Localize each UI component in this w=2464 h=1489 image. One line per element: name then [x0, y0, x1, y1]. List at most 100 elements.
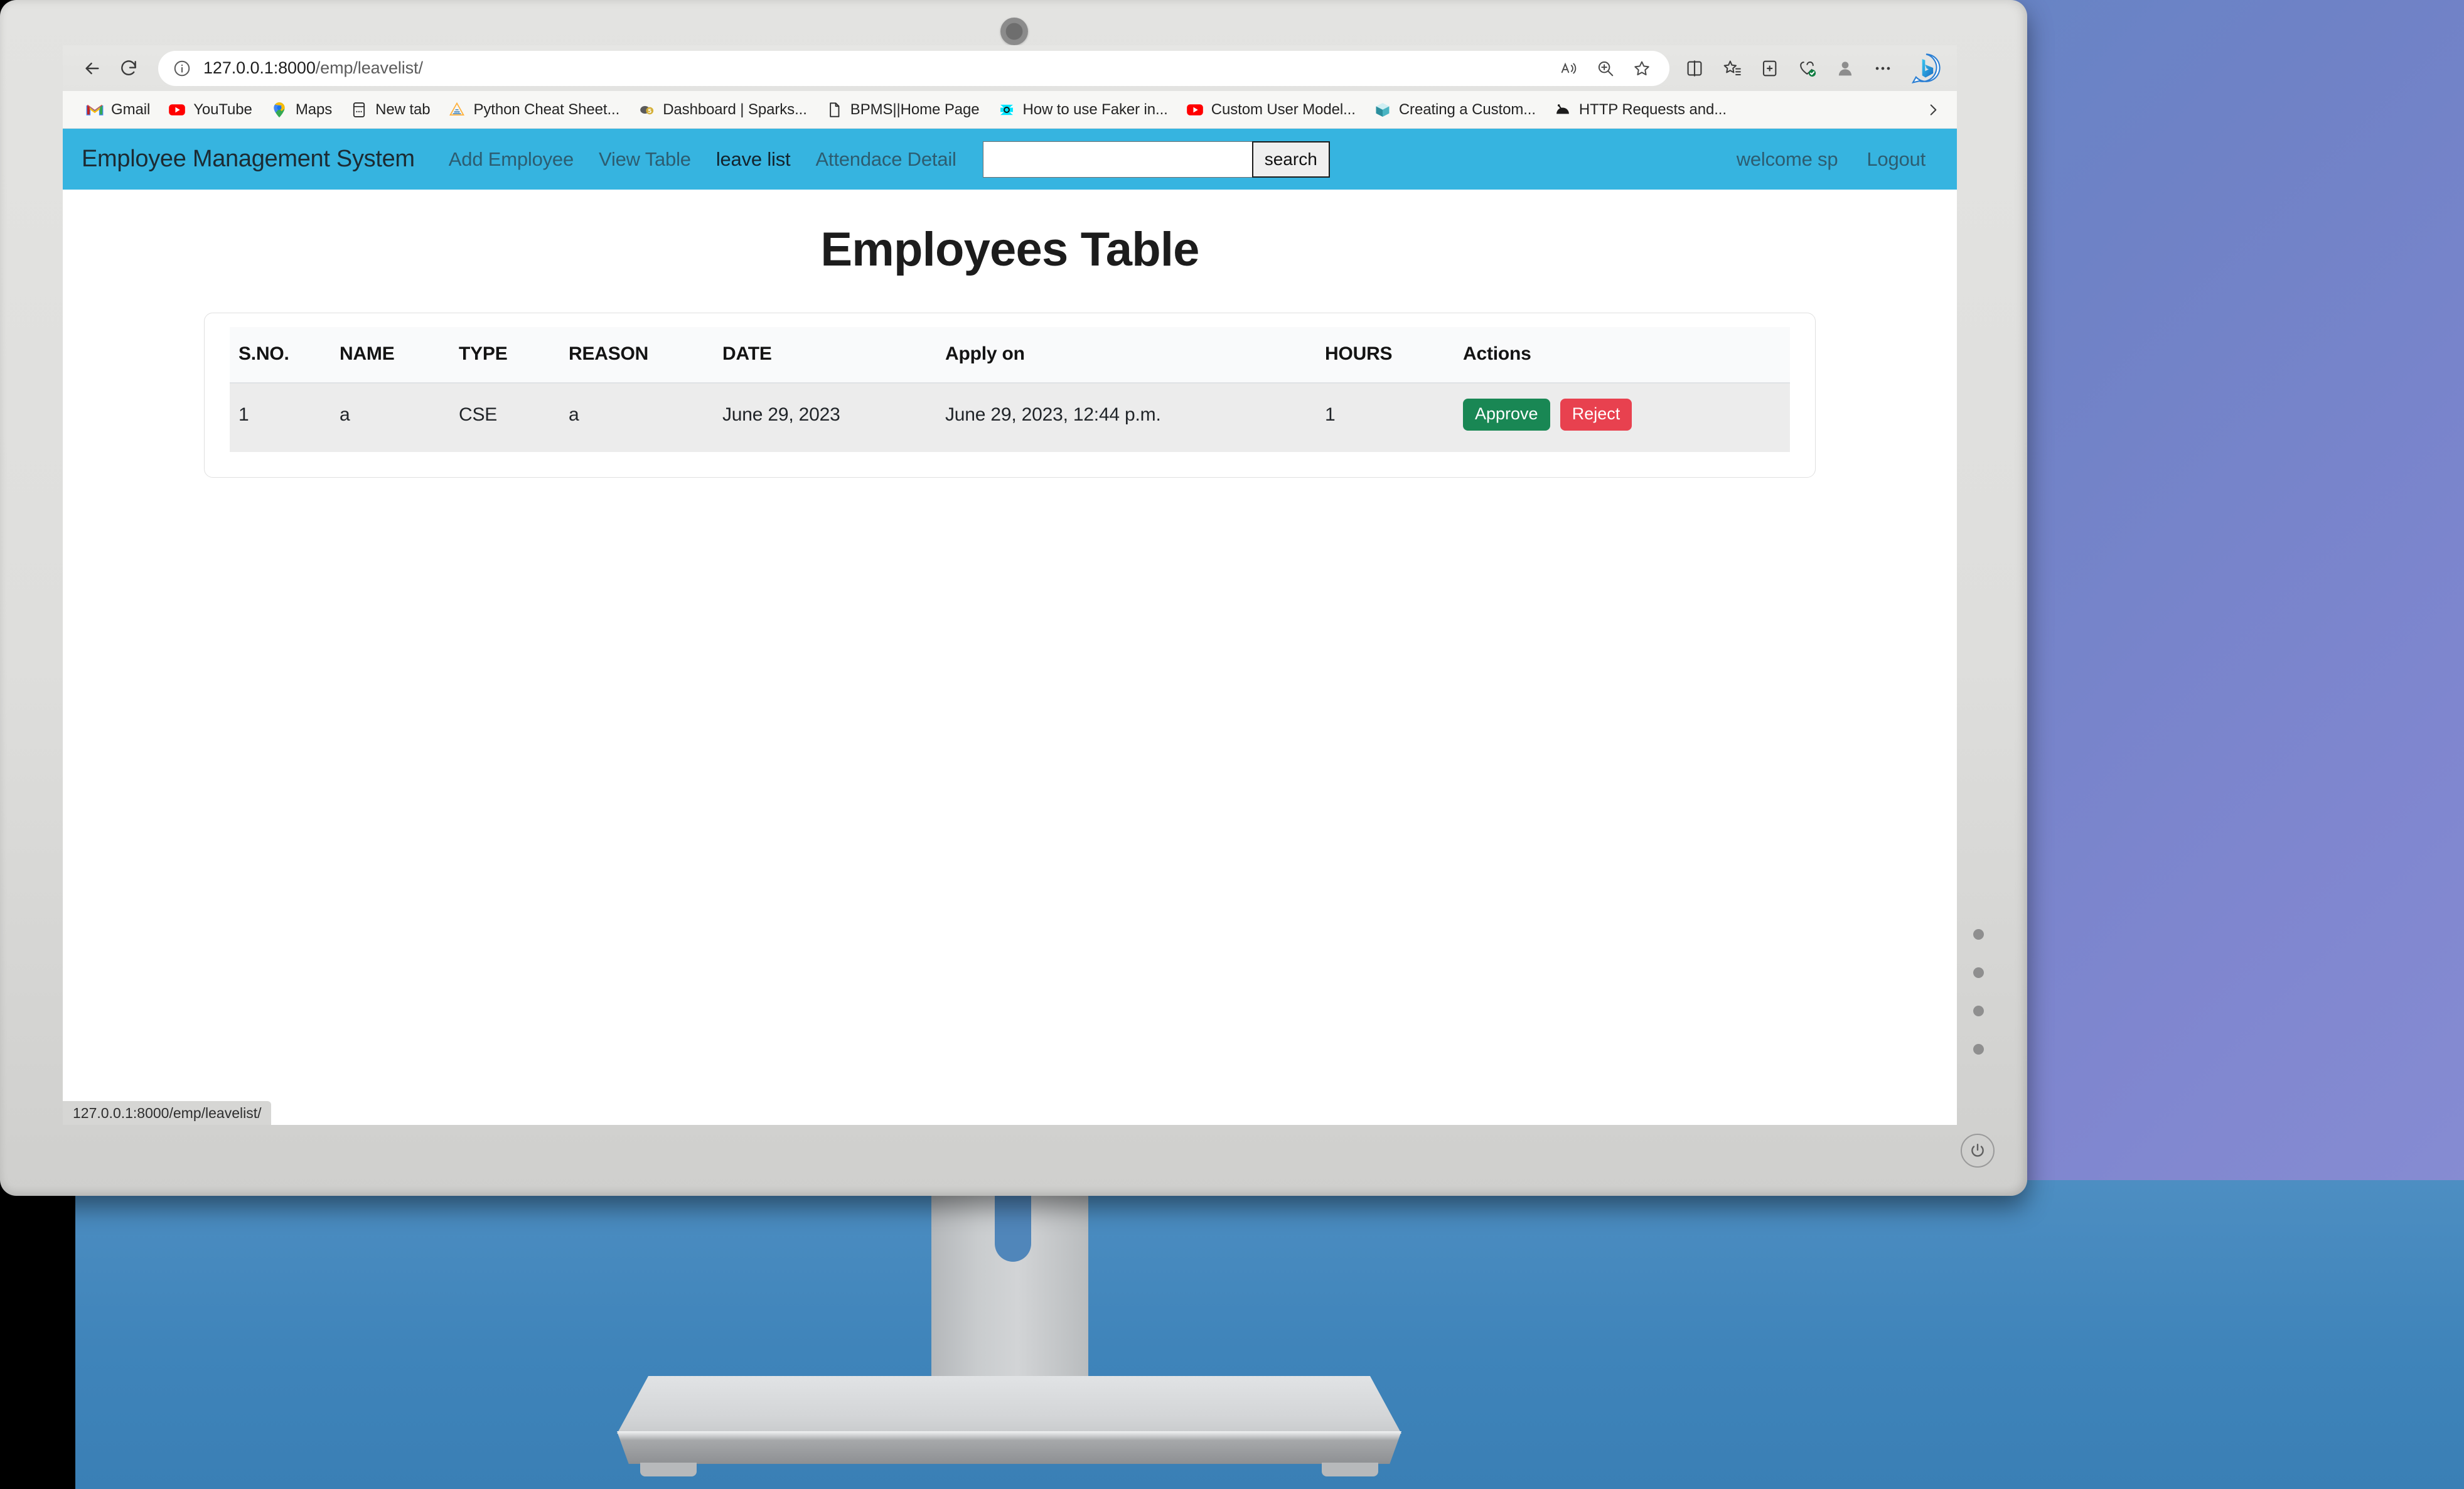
table-row: 1 a CSE a June 29, 2023 June 29, 2023, 1… [230, 383, 1790, 452]
svg-text:5: 5 [648, 108, 651, 114]
nav-link-view-table[interactable]: View Table [599, 148, 691, 171]
bookmark-youtube[interactable]: YouTube [159, 97, 261, 123]
bookmark-bpms-home-page[interactable]: BPMS||Home Page [816, 97, 988, 123]
url-text: 127.0.0.1:8000/emp/leavelist/ [203, 58, 423, 78]
cell-name: a [340, 383, 459, 452]
bookmark-custom-user-model[interactable]: Custom User Model... [1177, 97, 1364, 123]
column-header-type: TYPE [459, 327, 569, 384]
bookmarks-overflow-chevron-right-icon[interactable] [1919, 96, 1947, 124]
profile-icon[interactable] [1828, 51, 1863, 86]
bookmark-dashboard-sparks[interactable]: 5 Dashboard | Sparks... [628, 97, 816, 123]
column-header-sno: S.NO. [230, 327, 340, 384]
collections-icon[interactable] [1752, 51, 1787, 86]
monitor-stand-base [617, 1376, 1401, 1434]
navbar-right: welcome sp Logout [1737, 148, 1939, 171]
cell-actions: Approve Reject [1463, 383, 1790, 452]
reject-button[interactable]: Reject [1560, 399, 1632, 431]
column-header-name: NAME [340, 327, 459, 384]
url-host: 127.0.0.1:8000 [203, 58, 316, 77]
column-header-applyon: Apply on [945, 327, 1325, 384]
favorites-icon[interactable] [1715, 51, 1750, 86]
url-path: /emp/leavelist/ [315, 58, 423, 77]
leave-table-card: S.NO. NAME TYPE REASON DATE Apply on HOU… [204, 313, 1816, 478]
bookmark-python-cheat-sheet[interactable]: Python Cheat Sheet... [439, 97, 628, 123]
bookmark-how-to-use-faker[interactable]: How to use Faker in... [988, 97, 1177, 123]
logout-link[interactable]: Logout [1867, 148, 1926, 171]
approve-button[interactable]: Approve [1463, 399, 1550, 431]
browser-toolbar: 127.0.0.1:8000/emp/leavelist/ [63, 45, 1957, 91]
monitor-button-1[interactable] [1973, 929, 1984, 940]
browser-window: 127.0.0.1:8000/emp/leavelist/ Gmail YouT… [63, 45, 1957, 1125]
monitor-stand-base-front [617, 1431, 1401, 1464]
python-icon [447, 100, 466, 119]
column-header-hours: HOURS [1325, 327, 1463, 384]
search-input[interactable] [982, 141, 1253, 178]
cell-type: CSE [459, 383, 569, 452]
bookmark-label: Python Cheat Sheet... [473, 100, 620, 118]
bookmark-http-requests[interactable]: HTTP Requests and... [1545, 97, 1735, 123]
welcome-user-label: welcome sp [1736, 148, 1838, 170]
column-header-date: DATE [722, 327, 945, 384]
monitor-stand-notch [995, 1189, 1031, 1262]
power-button[interactable] [1961, 1134, 1995, 1168]
bookmark-gmail[interactable]: Gmail [77, 97, 159, 123]
document-icon [825, 100, 844, 119]
cell-date: June 29, 2023 [722, 383, 945, 452]
bookmark-label: New tab [375, 100, 431, 118]
youtube-icon [1186, 100, 1204, 119]
browser-toolbar-actions [1677, 49, 1946, 88]
monitor-control-buttons[interactable] [1973, 929, 1984, 1055]
back-button[interactable] [74, 50, 110, 87]
bookmark-label: BPMS||Home Page [850, 100, 980, 118]
app-navbar: Employee Management System Add Employee … [63, 129, 1957, 190]
browser-essentials-icon[interactable] [1790, 51, 1825, 86]
page-title: Employees Table [820, 223, 1199, 276]
bookmark-label: Custom User Model... [1211, 100, 1356, 118]
bridge-icon [1553, 100, 1572, 119]
new-tab-icon [350, 100, 368, 119]
monitor: 127.0.0.1:8000/emp/leavelist/ Gmail YouT… [0, 0, 2027, 1196]
app-brand[interactable]: Employee Management System [82, 146, 415, 173]
refresh-button[interactable] [110, 50, 147, 87]
nav-link-attendance-detail[interactable]: Attendace Detail [815, 148, 956, 171]
column-header-actions: Actions [1463, 327, 1790, 384]
table-body: 1 a CSE a June 29, 2023 June 29, 2023, 1… [230, 383, 1790, 452]
monitor-button-4[interactable] [1973, 1044, 1984, 1055]
read-aloud-icon[interactable] [1553, 52, 1585, 85]
copilot-icon[interactable] [1907, 49, 1946, 88]
bookmark-label: Maps [295, 100, 333, 118]
site-info-icon[interactable] [169, 56, 195, 81]
nav-link-add-employee[interactable]: Add Employee [449, 148, 574, 171]
bookmark-label: Creating a Custom... [1398, 100, 1536, 118]
monitor-button-2[interactable] [1973, 967, 1984, 978]
column-header-reason: REASON [569, 327, 722, 384]
sparks-icon: 5 [637, 100, 656, 119]
bookmark-new-tab[interactable]: New tab [341, 97, 439, 123]
maps-icon [270, 100, 289, 119]
more-options-icon[interactable] [1865, 51, 1900, 86]
table-head: S.NO. NAME TYPE REASON DATE Apply on HOU… [230, 327, 1790, 384]
leave-table: S.NO. NAME TYPE REASON DATE Apply on HOU… [230, 327, 1790, 452]
bookmark-maps[interactable]: Maps [261, 97, 341, 123]
address-bar-actions [1553, 52, 1658, 85]
address-bar[interactable]: 127.0.0.1:8000/emp/leavelist/ [158, 50, 1669, 86]
split-screen-icon[interactable] [1677, 51, 1712, 86]
favorite-star-icon[interactable] [1626, 52, 1658, 85]
zoom-icon[interactable] [1589, 52, 1622, 85]
table-header-row: S.NO. NAME TYPE REASON DATE Apply on HOU… [230, 327, 1790, 384]
bookmark-label: How to use Faker in... [1022, 100, 1168, 118]
cell-sno: 1 [230, 383, 340, 452]
monitor-stand-foot-right [1322, 1463, 1378, 1476]
bookmark-label: Dashboard | Sparks... [663, 100, 807, 118]
bookmark-label: HTTP Requests and... [1578, 100, 1727, 118]
faker-icon [997, 100, 1016, 119]
cube-icon [1373, 100, 1392, 119]
monitor-button-3[interactable] [1973, 1006, 1984, 1016]
bookmark-creating-a-custom[interactable]: Creating a Custom... [1364, 97, 1545, 123]
nav-link-leave-list[interactable]: leave list [716, 148, 791, 171]
monitor-stand-foot-left [640, 1463, 697, 1476]
webcam-icon [1000, 18, 1028, 45]
search-button[interactable]: search [1251, 141, 1330, 178]
bookmark-label: Gmail [111, 100, 151, 118]
search-form: search [982, 141, 1330, 178]
